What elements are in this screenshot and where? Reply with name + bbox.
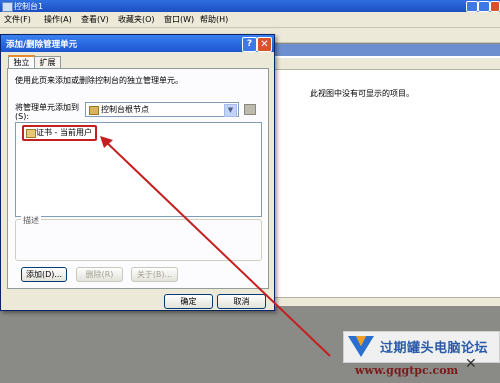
- menu-help[interactable]: 帮助(H): [200, 14, 228, 25]
- menu-action[interactable]: 操作(A): [44, 14, 72, 25]
- mmc-title-bar: 控制台1: [0, 0, 500, 12]
- menu-window[interactable]: 窗口(W): [164, 14, 194, 25]
- add-button[interactable]: 添加(D)...: [21, 267, 67, 282]
- menu-view[interactable]: 查看(V): [81, 14, 109, 25]
- snapin-list[interactable]: 证书 - 当前用户: [15, 122, 262, 217]
- mmc-app-icon: [2, 2, 13, 12]
- description-group: [15, 219, 262, 261]
- folder-icon: [89, 106, 99, 115]
- mmc-title: 控制台1: [14, 2, 44, 11]
- menu-favorites[interactable]: 收藏夹(O): [118, 14, 155, 25]
- ok-button[interactable]: 确定: [164, 294, 213, 309]
- minimize-icon[interactable]: [466, 1, 478, 12]
- list-item-label: 证书 - 当前用户: [36, 128, 92, 137]
- help-button[interactable]: ?: [242, 37, 257, 52]
- intro-text: 使用此页来添加或删除控制台的独立管理单元。: [15, 76, 183, 85]
- mmc-column-header: [270, 58, 500, 70]
- list-item[interactable]: 证书 - 当前用户: [22, 125, 97, 141]
- forum-logo-icon: [348, 336, 374, 357]
- add-remove-snapin-dialog: 添加/删除管理单元 ? ✕ 独立 扩展 使用此页来添加或删除控制台的独立管理单元…: [0, 34, 275, 311]
- close-icon[interactable]: [490, 1, 500, 12]
- snapin-target-label: 将管理单元添加到(S):: [15, 103, 79, 121]
- watermark-text: 过期罐头电脑论坛: [380, 341, 489, 356]
- cancel-button[interactable]: 取消: [217, 294, 266, 309]
- snapin-target-dropdown[interactable]: 控制台根节点 ▼: [85, 102, 239, 117]
- folder-up-icon[interactable]: [244, 104, 256, 115]
- dialog-title: 添加/删除管理单元: [6, 40, 78, 50]
- menu-file[interactable]: 文件(F): [4, 14, 31, 25]
- close-icon: ✕: [465, 356, 477, 372]
- mmc-result-pane: [270, 44, 500, 306]
- description-label: 描述: [21, 215, 41, 226]
- maximize-icon[interactable]: [478, 1, 490, 12]
- dialog-title-bar: 添加/删除管理单元 ? ✕: [1, 35, 274, 52]
- about-button[interactable]: 关于(B)...: [131, 267, 178, 282]
- snapin-target-value: 控制台根节点: [101, 105, 149, 114]
- empty-view-message: 此视图中没有可显示的项目。: [310, 89, 414, 98]
- mmc-pane-header: [270, 44, 500, 56]
- dialog-close-button[interactable]: ✕: [257, 37, 272, 52]
- chevron-down-icon[interactable]: ▼: [224, 104, 237, 117]
- mmc-menu-bar: 文件(F) 操作(A) 查看(V) 收藏夹(O) 窗口(W) 帮助(H): [0, 12, 500, 28]
- watermark-url: www.gqgtpc.com: [355, 364, 459, 377]
- certificate-icon: [26, 129, 36, 138]
- remove-button[interactable]: 删除(R): [76, 267, 123, 282]
